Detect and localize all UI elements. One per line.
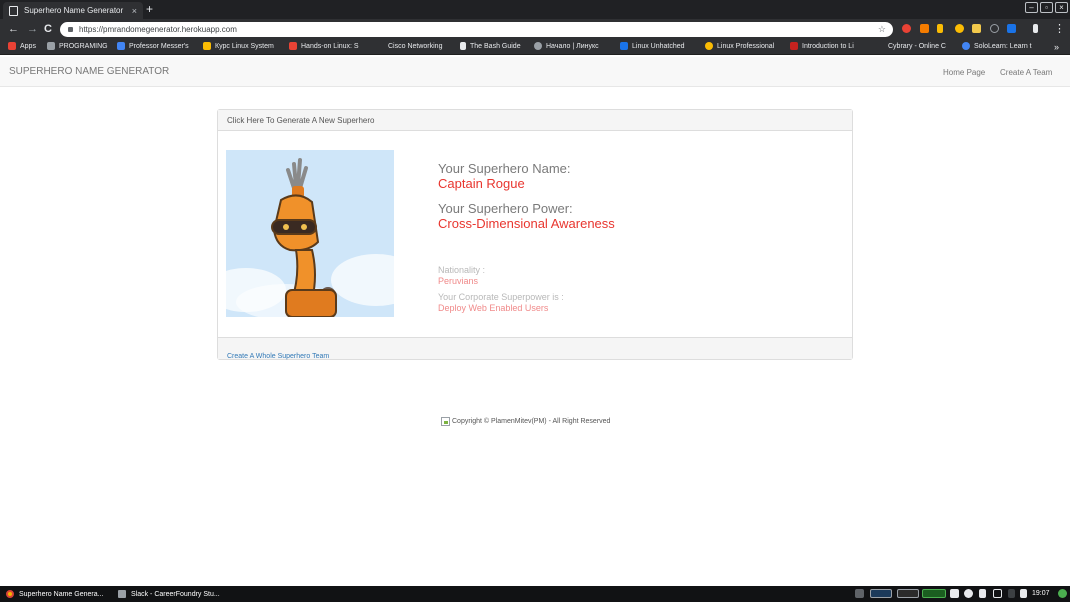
power-icon[interactable]	[1058, 589, 1067, 598]
bookmarks-bar: Apps PROGRAMING Professor Messer's Курс …	[0, 39, 1070, 55]
professor-messer-icon	[117, 42, 125, 50]
workspace-active-icon[interactable]	[922, 589, 946, 598]
extension-shield-icon[interactable]	[902, 24, 911, 33]
battery-tray-icon[interactable]	[1008, 589, 1015, 598]
tab-title: Superhero Name Generator	[24, 6, 124, 15]
minimize-icon[interactable]: –	[1025, 2, 1038, 13]
linux-penguin-icon	[534, 42, 542, 50]
extension-office-icon[interactable]	[920, 24, 929, 33]
superhero-info: Your Superhero Name: Captain Rogue Your …	[438, 161, 615, 314]
reload-button[interactable]: C	[44, 22, 52, 36]
extension-blue-icon[interactable]	[1007, 24, 1016, 33]
keyboard-icon[interactable]	[855, 589, 864, 598]
superhero-panel: Click Here To Generate A New Superhero Y…	[217, 109, 853, 360]
extension-honey-icon[interactable]	[955, 24, 964, 33]
display-tray-icon[interactable]	[993, 589, 1002, 598]
bookmark-item[interactable]: Professor Messer's	[117, 42, 189, 50]
broken-image-icon	[441, 417, 450, 426]
panel-footer: Create A Whole Superhero Team	[218, 337, 852, 360]
bookmarks-overflow-icon[interactable]: »	[1054, 42, 1059, 52]
page-icon	[9, 5, 18, 16]
forward-button[interactable]: →	[27, 22, 38, 36]
nav-create-team-link[interactable]: Create A Team	[1000, 68, 1052, 77]
bookmark-star-icon[interactable]: ☆	[878, 24, 886, 35]
nav-home-link[interactable]: Home Page	[943, 68, 985, 77]
address-bar[interactable]: https://pmrandomegenerator.herokuapp.com…	[60, 22, 893, 37]
bookmark-item[interactable]: Hands-on Linux: S	[289, 42, 359, 50]
url-text[interactable]: https://pmrandomegenerator.herokuapp.com	[79, 25, 878, 34]
bookmark-item[interactable]: Linux Unhatched	[620, 42, 685, 50]
create-team-link[interactable]: Create A Whole Superhero Team	[227, 353, 329, 360]
power-label: Your Superhero Power:	[438, 201, 573, 216]
window-icon	[118, 590, 126, 598]
extension-lock-icon[interactable]	[937, 24, 943, 33]
slack-tray-icon[interactable]	[950, 589, 959, 598]
nationality-label: Nationality :	[438, 265, 486, 275]
cisco-icon	[376, 42, 384, 50]
browser-tab-strip: Superhero Name Generator × + – ▫ ×	[0, 0, 1070, 19]
lock-icon	[68, 27, 73, 32]
site-brand[interactable]: SUPERHERO NAME GENERATOR	[9, 66, 169, 77]
power-value: Cross-Dimensional Awareness	[438, 216, 615, 231]
taskbar-item-chrome[interactable]: Superhero Name Genera...	[6, 588, 103, 600]
volume-icon[interactable]	[1020, 589, 1027, 598]
nationality-value: Peruvians	[438, 276, 479, 286]
bookmark-item[interactable]: PROGRAMING	[47, 42, 108, 50]
superhero-avatar	[226, 150, 394, 317]
bookmark-item[interactable]: Начало | Линукс	[534, 42, 599, 50]
udemy-icon	[289, 42, 297, 50]
name-value: Captain Rogue	[438, 176, 525, 191]
bookmark-item[interactable]: Курс Linux System	[203, 42, 274, 50]
apps-grid-icon	[8, 42, 16, 50]
bookmark-item[interactable]: Apps	[8, 42, 36, 50]
name-label: Your Superhero Name:	[438, 161, 571, 176]
extension-bird-icon[interactable]	[1033, 24, 1038, 33]
bookmark-item[interactable]: SoloLearn: Learn t	[962, 42, 1032, 50]
browser-tab[interactable]: Superhero Name Generator ×	[3, 2, 143, 19]
bookmark-item[interactable]: The Bash Guide	[460, 42, 521, 50]
bookmark-item[interactable]: Linux Professional	[705, 42, 774, 50]
cybrary-icon	[876, 42, 884, 50]
clock: 19:07	[1032, 590, 1050, 597]
workspace-switcher-icon[interactable]	[870, 589, 892, 598]
workspace-chrome-icon[interactable]	[897, 589, 919, 598]
restore-icon[interactable]: ▫	[1040, 2, 1053, 13]
clipboard-tray-icon[interactable]	[979, 589, 986, 598]
netacad-icon	[620, 42, 628, 50]
lpi-icon	[705, 42, 713, 50]
extension-folder-icon[interactable]	[972, 24, 981, 33]
folder-icon	[47, 42, 55, 50]
edx-icon	[790, 42, 798, 50]
bookmark-item[interactable]: Cisco Networking	[376, 42, 442, 50]
corporate-value: Deploy Web Enabled Users	[438, 303, 549, 313]
site-navbar: SUPERHERO NAME GENERATOR Home Page Creat…	[0, 57, 1070, 87]
new-tab-button[interactable]: +	[146, 2, 153, 16]
sololearn-icon	[962, 42, 970, 50]
chrome-icon	[6, 590, 14, 598]
os-taskbar: Superhero Name Genera... Slack - CareerF…	[0, 586, 1070, 602]
taskbar-item-slack[interactable]: Slack - CareerFoundry Stu...	[118, 588, 220, 600]
bookmark-item[interactable]: Cybrary - Online C	[876, 42, 946, 50]
robot-image	[226, 158, 394, 317]
back-button[interactable]: ←	[8, 22, 19, 36]
generate-new-heading[interactable]: Click Here To Generate A New Superhero	[218, 110, 852, 131]
browser-menu-icon[interactable]: ⋮	[1054, 22, 1065, 36]
stepik-icon	[203, 42, 211, 50]
close-window-icon[interactable]: ×	[1055, 2, 1068, 13]
copyright: Copyright © PlamenMitev(PM) - All Right …	[441, 417, 610, 426]
copyright-text: Copyright © PlamenMitev(PM) - All Right …	[452, 418, 611, 425]
tab-close-icon[interactable]: ×	[132, 6, 137, 16]
corporate-label: Your Corporate Superpower is :	[438, 292, 564, 302]
shield-tray-icon[interactable]	[964, 589, 973, 598]
document-icon	[460, 42, 466, 50]
extension-block-icon[interactable]	[990, 24, 999, 33]
bookmark-item[interactable]: Introduction to Li	[790, 42, 854, 50]
